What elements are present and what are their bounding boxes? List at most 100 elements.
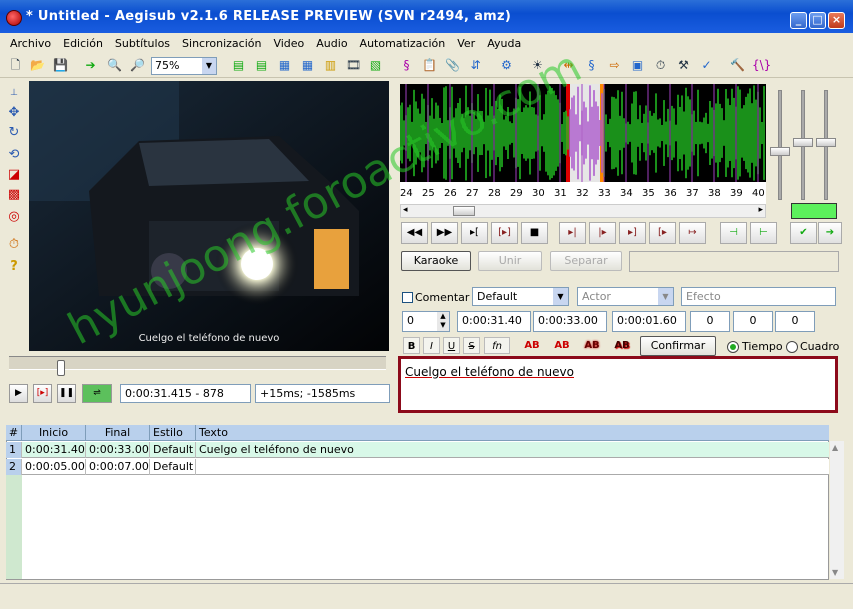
strikeout-button[interactable]: S: [463, 337, 480, 354]
scroll-up-icon[interactable]: ▲: [832, 443, 838, 452]
style-select[interactable]: Default ▼: [472, 287, 569, 306]
zoom-in-icon[interactable]: 🔍: [106, 57, 123, 74]
seek-thumb[interactable]: [57, 360, 65, 376]
scale-tool-icon[interactable]: ◪: [5, 166, 23, 184]
clock-icon[interactable]: ⏱: [652, 57, 669, 74]
new-file-icon[interactable]: 🗋: [7, 57, 24, 74]
zoom-slider-thumb[interactable]: [770, 147, 790, 156]
col-text[interactable]: Texto: [196, 425, 829, 441]
menu-audio[interactable]: Audio: [310, 37, 353, 50]
volume-slider-thumb[interactable]: [793, 138, 813, 147]
play-selection-button[interactable]: ▸[: [461, 222, 488, 244]
zoom-out-icon[interactable]: 🔎: [129, 57, 146, 74]
find-replace-icon[interactable]: ⚒: [675, 57, 692, 74]
menu-ver[interactable]: Ver: [451, 37, 481, 50]
duration-field[interactable]: 0:00:01.60: [612, 311, 686, 332]
menu-video[interactable]: Video: [267, 37, 310, 50]
jump-to-icon[interactable]: ➔: [82, 57, 99, 74]
snap-end-icon[interactable]: ▤: [253, 57, 270, 74]
chevron-down-icon[interactable]: ▼: [658, 288, 673, 305]
outline-color-button[interactable]: AB: [580, 338, 604, 354]
scroll-down-icon[interactable]: ▼: [832, 568, 838, 577]
play-500-after-button[interactable]: |▸: [589, 222, 616, 244]
menu-automatizacion[interactable]: Automatización: [354, 37, 452, 50]
minimize-button[interactable]: _: [790, 12, 807, 29]
play-line-button[interactable]: [▸]: [33, 384, 52, 403]
grid-scrollbar[interactable]: ▲ ▼: [830, 441, 844, 579]
actor-select[interactable]: Actor ▼: [577, 287, 674, 306]
shadow-color-button[interactable]: AB: [610, 338, 634, 354]
menu-sincronizacion[interactable]: Sincronización: [176, 37, 267, 50]
play-500-before-button[interactable]: ▸|: [559, 222, 586, 244]
table-row[interactable]: 1 0:00:31.40 0:00:33.00 Default Cuelgo e…: [6, 442, 829, 458]
chevron-down-icon[interactable]: ▼: [553, 288, 568, 305]
subtitle-edit-text[interactable]: Cuelgo el teléfono de nuevo: [405, 365, 574, 379]
play-to-end-button[interactable]: ↦: [679, 222, 706, 244]
clip-tool-icon[interactable]: ▩: [5, 186, 23, 204]
margin-left-field[interactable]: 0: [690, 311, 730, 332]
karaoke-button[interactable]: Karaoke: [401, 251, 471, 271]
split-button[interactable]: Separar: [550, 251, 622, 271]
autoscroll-toggle[interactable]: ⇌: [82, 384, 112, 403]
table-row[interactable]: 2 0:00:05.00 0:00:07.00 Default: [6, 459, 829, 475]
resample-icon[interactable]: ☀: [529, 57, 546, 74]
video-display[interactable]: Cuelgo el teléfono de nuevo: [29, 81, 389, 351]
open-folder-icon[interactable]: 📂: [29, 57, 46, 74]
margin-right-field[interactable]: 0: [733, 311, 773, 332]
video-details-icon[interactable]: ▧: [367, 57, 384, 74]
styling-assistant-icon[interactable]: ▣: [629, 57, 646, 74]
commit-check-icon[interactable]: ✔: [790, 222, 817, 244]
join-button[interactable]: Unir: [478, 251, 542, 271]
app-icon[interactable]: [6, 10, 22, 26]
col-style[interactable]: Estilo: [150, 425, 196, 441]
close-button[interactable]: ×: [828, 12, 845, 29]
scroll-left-icon[interactable]: ◂: [403, 205, 408, 215]
layer-spin[interactable]: 0 ▲ ▼: [402, 311, 450, 332]
move-tool-icon[interactable]: ✥: [5, 104, 23, 122]
menu-archivo[interactable]: Archivo: [4, 37, 57, 50]
vector-clip-icon[interactable]: ◎: [5, 208, 23, 226]
translate-icon[interactable]: ⇨: [606, 57, 623, 74]
pause-button[interactable]: ❚❚: [57, 384, 76, 403]
commit-button[interactable]: Confirmar: [640, 336, 716, 356]
kanji-timer-icon[interactable]: §: [583, 57, 600, 74]
audio-waveform[interactable]: [400, 84, 766, 182]
play-last-500-button[interactable]: [▸: [649, 222, 676, 244]
audio-zoom-slider[interactable]: [778, 90, 782, 200]
script-icon[interactable]: §: [398, 57, 415, 74]
rotate-xy-icon[interactable]: ⟲: [5, 146, 23, 164]
scroll-right-icon[interactable]: ▸: [758, 205, 763, 215]
effect-field[interactable]: Efecto: [681, 287, 836, 306]
col-num[interactable]: #: [6, 425, 22, 441]
snap-start-icon[interactable]: ▤: [230, 57, 247, 74]
lead-out-button[interactable]: ⊢: [750, 222, 777, 244]
fonts-collector-icon[interactable]: ⇵: [467, 57, 484, 74]
col-end[interactable]: Final: [86, 425, 150, 441]
attachments-icon[interactable]: 📎: [444, 57, 461, 74]
play-current-line-button[interactable]: [▸]: [491, 222, 518, 244]
prev-line-button[interactable]: ◀◀: [401, 222, 428, 244]
link-toggle[interactable]: [791, 203, 837, 219]
col-start[interactable]: Inicio: [22, 425, 86, 441]
stopwatch-icon[interactable]: ⏱: [5, 236, 23, 254]
timing-post-icon[interactable]: ⇹: [560, 57, 577, 74]
goto-next-icon[interactable]: ➔: [818, 222, 842, 244]
video-time-field[interactable]: 0:00:31.415 - 878: [120, 384, 251, 403]
end-time-field[interactable]: 0:00:33.00: [533, 311, 607, 332]
primary-color-button[interactable]: AB: [520, 338, 544, 354]
play-button[interactable]: ▶: [9, 384, 28, 403]
underline-button[interactable]: U: [443, 337, 460, 354]
time-radio[interactable]: [727, 341, 739, 353]
video-seek-bar[interactable]: [9, 356, 386, 370]
options-icon[interactable]: 🔨: [729, 57, 746, 74]
tag-icon[interactable]: {\}: [752, 57, 771, 74]
audio-scrollbar[interactable]: ◂ ▸: [400, 204, 766, 218]
menu-edicion[interactable]: Edición: [57, 37, 109, 50]
spin-arrows-icon[interactable]: ▲ ▼: [437, 312, 449, 331]
rotate-z-icon[interactable]: ↻: [5, 124, 23, 142]
secondary-color-button[interactable]: AB: [550, 338, 574, 354]
audio-scroll-thumb[interactable]: [453, 206, 475, 216]
standard-tool-icon[interactable]: ⊥: [5, 84, 23, 102]
keyframes-icon[interactable]: ▥: [322, 57, 339, 74]
vzoom-slider-thumb[interactable]: [816, 138, 836, 147]
